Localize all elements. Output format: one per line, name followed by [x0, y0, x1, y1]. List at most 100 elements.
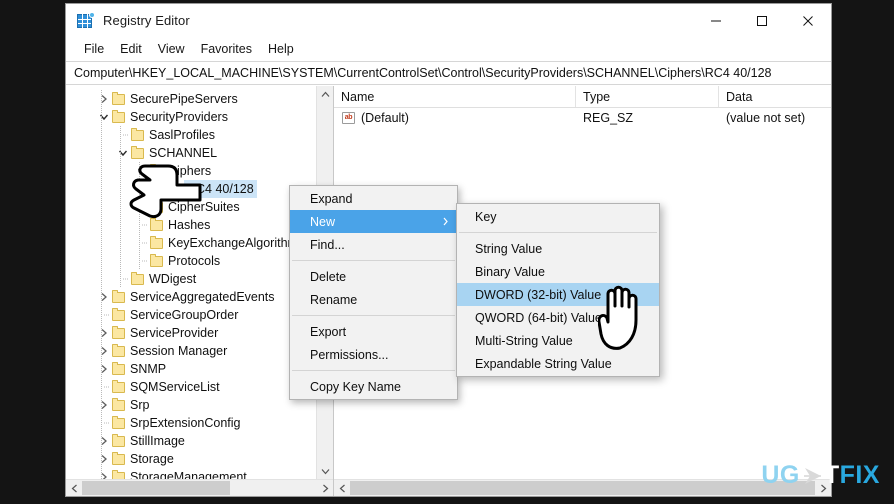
folder-icon [112, 289, 125, 303]
scroll-up-icon[interactable] [317, 86, 333, 102]
tree-guide-line [101, 108, 102, 126]
title-bar: Registry Editor [66, 4, 831, 37]
submenu-item-expandable-string-value[interactable]: Expandable String Value [457, 352, 659, 375]
chevron-down-icon[interactable] [115, 144, 131, 162]
menu-edit[interactable]: Edit [112, 40, 150, 58]
chevron-right-icon[interactable] [96, 396, 112, 414]
hscroll-right-icon[interactable] [317, 480, 333, 496]
chevron-right-icon[interactable] [96, 468, 112, 479]
tree-item-ciphers[interactable]: Ciphers [66, 162, 316, 180]
menu-file[interactable]: File [76, 40, 112, 58]
registry-tree[interactable]: SecurePipeServers SecurityProviders SaslPr… [66, 86, 316, 479]
tree-item-session-manager[interactable]: Session Manager [66, 342, 316, 360]
tree-item-rc4-40-128[interactable]: RC4 40/128 [66, 180, 316, 198]
tree-item-keyexchangealgorithms[interactable]: KeyExchangeAlgorithms [66, 234, 316, 252]
column-header-name[interactable]: Name [334, 86, 576, 107]
context-menu-item-delete[interactable]: Delete [290, 265, 457, 288]
values-hscroll-left-icon[interactable] [334, 480, 350, 496]
submenu-item-qword-64-bit-value[interactable]: QWORD (64-bit) Value [457, 306, 659, 329]
hscroll-thumb[interactable] [82, 481, 230, 495]
chevron-right-icon[interactable] [96, 360, 112, 378]
maximize-button[interactable] [739, 4, 785, 37]
tree-item-schannel[interactable]: SCHANNEL [66, 144, 316, 162]
tree-item-snmp[interactable]: SNMP [66, 360, 316, 378]
chevron-right-icon[interactable] [96, 288, 112, 306]
tree-guide-line [101, 360, 102, 378]
submenu-item-key[interactable]: Key [457, 205, 659, 228]
tree-horizontal-scrollbar[interactable] [66, 479, 333, 496]
minimize-button[interactable] [693, 4, 739, 37]
chevron-right-icon[interactable] [96, 432, 112, 450]
table-row[interactable]: ab (Default) REG_SZ (value not set) [334, 108, 831, 127]
menu-bar: File Edit View Favorites Help [66, 37, 831, 61]
chevron-right-icon[interactable] [96, 90, 112, 108]
submenu-item-string-value[interactable]: String Value [457, 237, 659, 260]
tree-item-serviceprovider[interactable]: ServiceProvider [66, 324, 316, 342]
tree-item-storagemanagement[interactable]: StorageManagement [66, 468, 316, 479]
tree-item-srpextensionconfig[interactable]: SrpExtensionConfig [66, 414, 316, 432]
context-menu-item-new[interactable]: New [290, 210, 457, 233]
chevron-right-icon[interactable] [96, 450, 112, 468]
context-menu-item-export[interactable]: Export [290, 320, 457, 343]
tree-item-label: Protocols [168, 254, 221, 268]
tree-item-servicegrouporder[interactable]: ServiceGroupOrder [66, 306, 316, 324]
chevron-right-icon[interactable] [96, 324, 112, 342]
folder-icon [150, 253, 163, 267]
submenu-item-dword-32-bit-value[interactable]: DWORD (32-bit) Value [457, 283, 659, 306]
tree-guide-line [101, 324, 102, 342]
watermark-part-two: T [823, 461, 840, 489]
context-menu[interactable]: Expand New Find... Delete Rename Export Permis… [289, 185, 458, 400]
chevron-down-icon[interactable] [96, 108, 112, 126]
folder-icon [112, 379, 125, 393]
tree-item-wdigest[interactable]: WDigest [66, 270, 316, 288]
menu-view[interactable]: View [150, 40, 193, 58]
values-hscroll-track[interactable] [350, 480, 815, 496]
scroll-down-icon[interactable] [317, 463, 333, 479]
values-horizontal-scrollbar[interactable] [334, 479, 831, 496]
tree-item-stillimage[interactable]: StillImage [66, 432, 316, 450]
context-menu-item-find[interactable]: Find... [290, 233, 457, 256]
hscroll-left-icon[interactable] [66, 480, 82, 496]
folder-icon [112, 469, 125, 479]
chevron-down-icon[interactable] [134, 162, 150, 180]
tree-item-hashes[interactable]: Hashes [66, 216, 316, 234]
tree-item-saslprofiles[interactable]: SaslProfiles [66, 126, 316, 144]
tree-item-storage[interactable]: Storage [66, 450, 316, 468]
menu-help[interactable]: Help [260, 40, 302, 58]
values-hscroll-thumb[interactable] [350, 481, 815, 495]
tree-item-ciphersuites[interactable]: CipherSuites [66, 198, 316, 216]
tree-item-serviceaggregatedevents[interactable]: ServiceAggregatedEvents [66, 288, 316, 306]
context-menu-item-copy-key-name[interactable]: Copy Key Name [290, 375, 457, 398]
address-bar[interactable]: Computer\HKEY_LOCAL_MACHINE\SYSTEM\Curre… [66, 61, 831, 85]
submenu-item-multi-string-value[interactable]: Multi-String Value [457, 329, 659, 352]
tree-item-securityproviders[interactable]: SecurityProviders [66, 108, 316, 126]
tree-item-label: ServiceGroupOrder [130, 308, 239, 322]
tree-item-securepipeservers[interactable]: SecurePipeServers [66, 90, 316, 108]
submenu-item-binary-value[interactable]: Binary Value [457, 260, 659, 283]
context-menu-item-rename[interactable]: Rename [290, 288, 457, 311]
column-header-type[interactable]: Type [576, 86, 719, 107]
hscroll-track[interactable] [82, 480, 317, 496]
folder-icon [112, 433, 125, 447]
close-button[interactable] [785, 4, 831, 37]
chevron-right-icon[interactable] [96, 342, 112, 360]
menu-separator [292, 260, 455, 261]
context-menu-item-expand[interactable]: Expand [290, 187, 457, 210]
context-menu-item-label: Expand [310, 191, 353, 206]
registry-path: Computer\HKEY_LOCAL_MACHINE\SYSTEM\Curre… [74, 66, 772, 80]
context-menu-item-permissions[interactable]: Permissions... [290, 343, 457, 366]
tree-item-srp[interactable]: Srp [66, 396, 316, 414]
tree-guide-line [101, 288, 102, 306]
menu-favorites[interactable]: Favorites [193, 40, 260, 58]
column-header-data[interactable]: Data [719, 86, 831, 107]
tree-item-protocols[interactable]: Protocols [66, 252, 316, 270]
tree-item-sqmservicelist[interactable]: SQMServiceList [66, 378, 316, 396]
new-submenu[interactable]: Key String Value Binary Value DWORD (32-bit… [456, 203, 660, 377]
folder-icon [112, 415, 125, 429]
